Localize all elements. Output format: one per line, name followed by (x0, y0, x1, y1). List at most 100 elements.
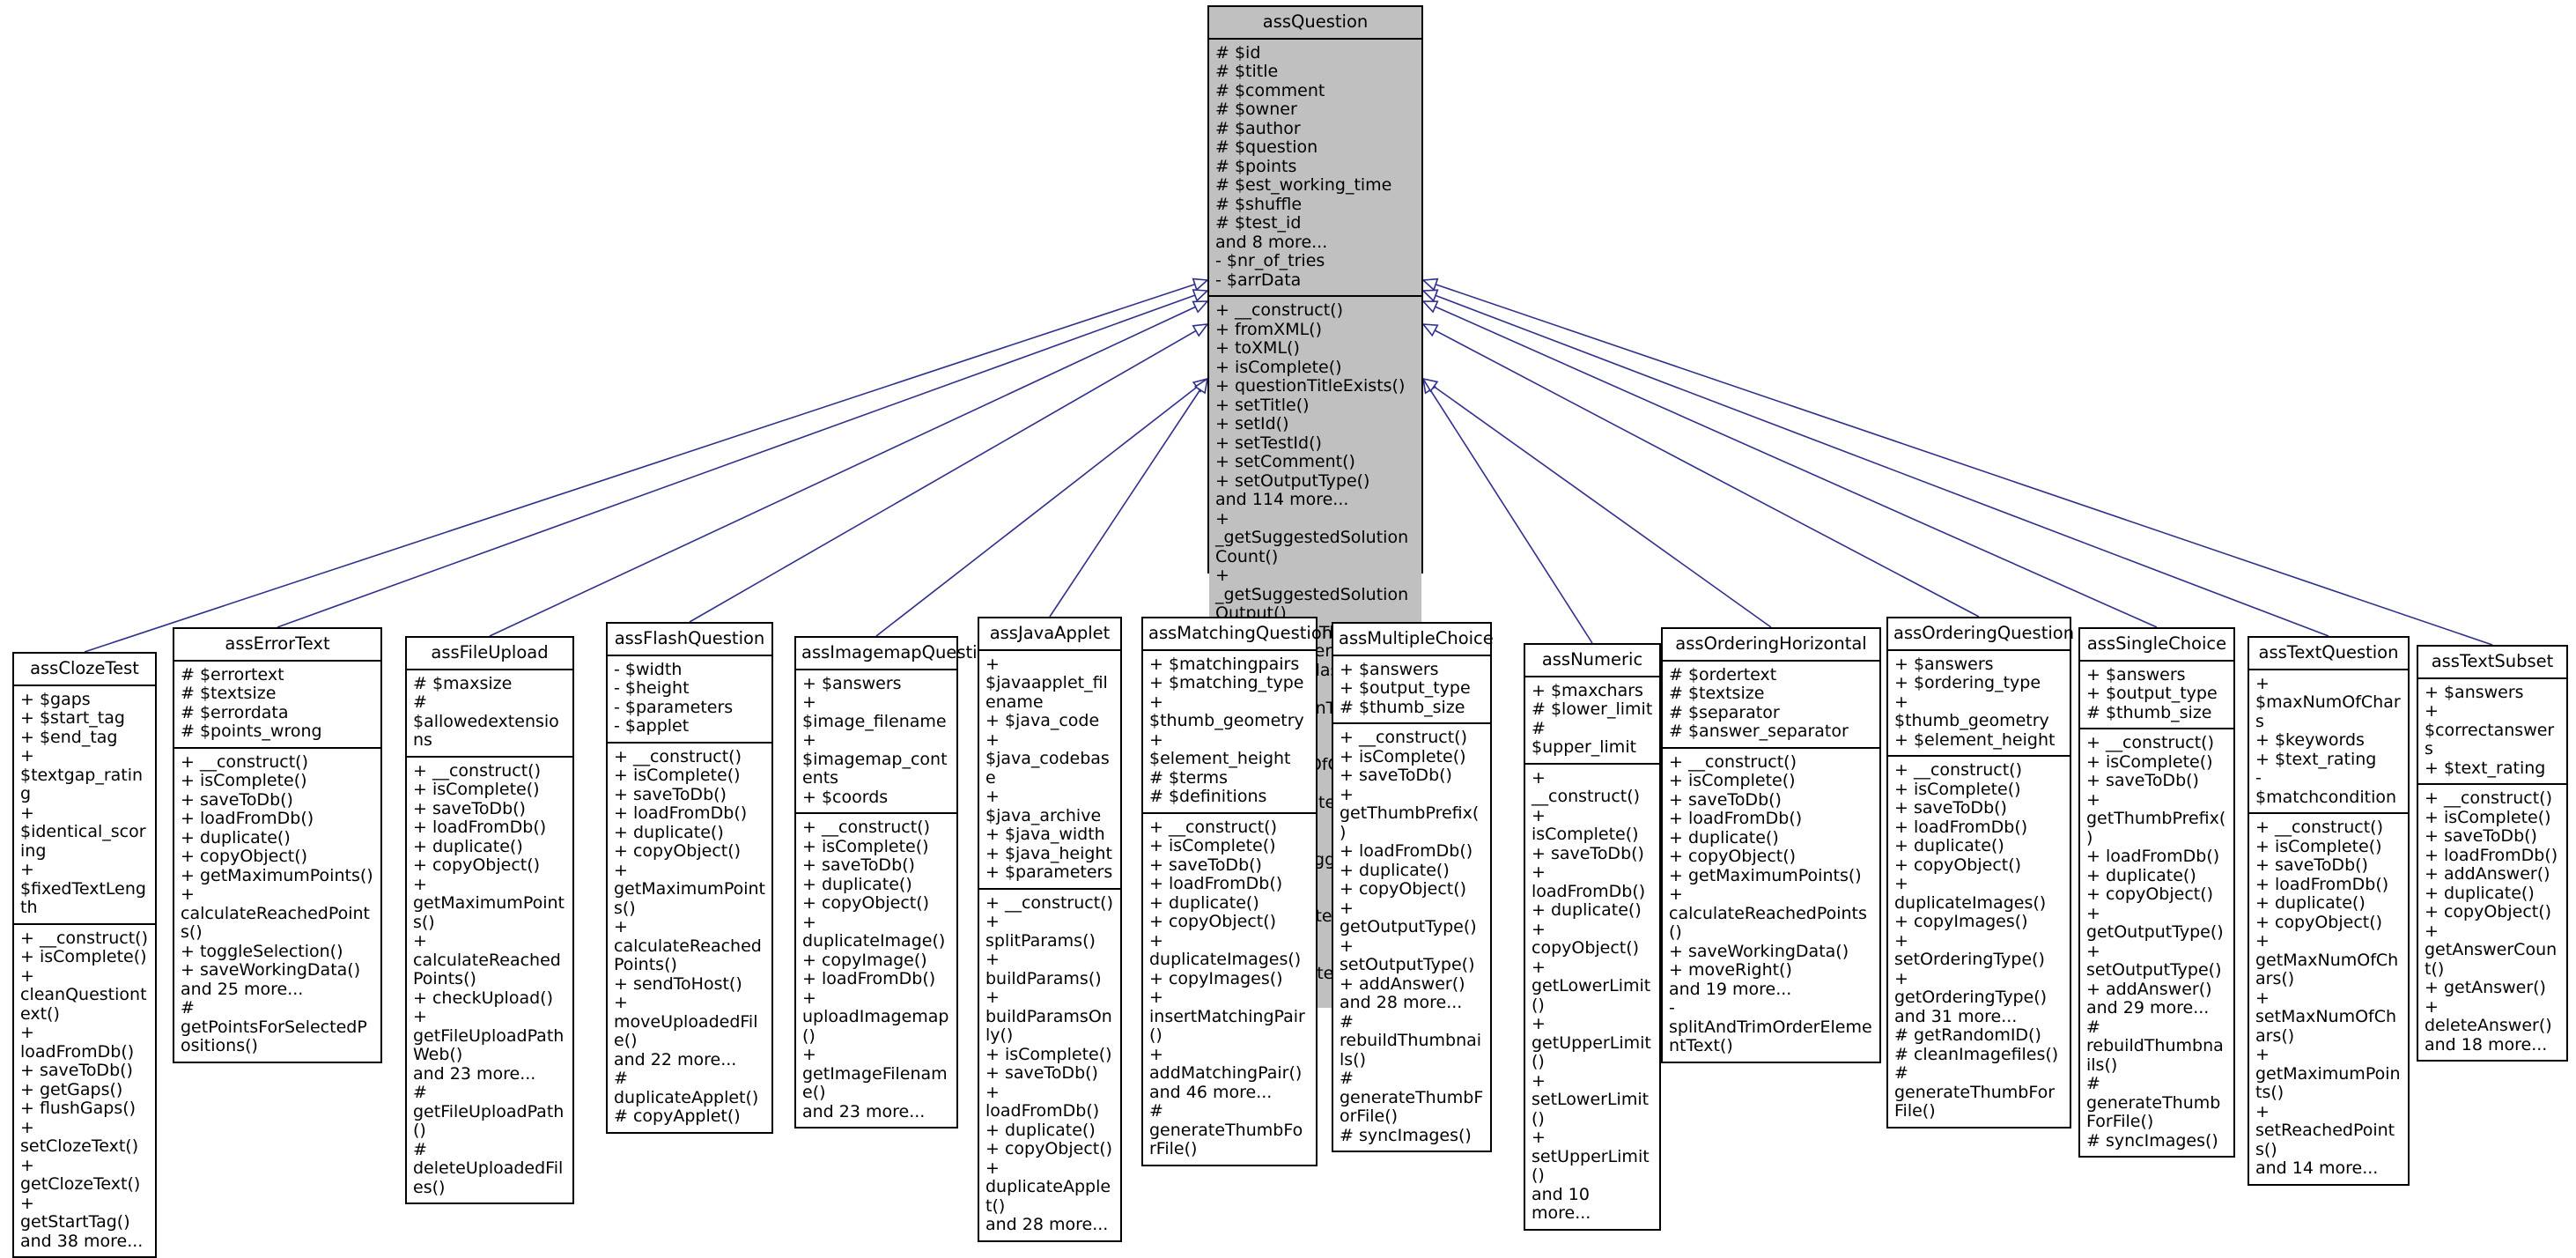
class-method: and 28 more... (985, 1215, 1109, 1234)
class-method: + sendToHost() (614, 973, 742, 994)
class-method: + loadFromDb() (802, 969, 936, 988)
class-method: + isComplete() (2255, 836, 2382, 856)
inheritance-line (489, 306, 1196, 637)
class-method: + setMaxNumOfChars() (2255, 988, 2397, 1046)
class-method: + isComplete() (802, 836, 929, 856)
class-method: + saveToDb() (985, 1063, 1098, 1083)
class-method: + isComplete() (1215, 357, 1342, 377)
class-node[interactable]: assNumeric + $maxchars # $lower_limit # $up… (1524, 643, 1661, 1231)
inheritance-arrowhead (1421, 323, 1439, 337)
class-method: + duplicate() (1149, 892, 1259, 913)
class-method: + addAnswer() (2425, 864, 2550, 884)
class-method: + isComplete() (181, 771, 307, 790)
class-method: + copyObject() (413, 855, 541, 875)
class-attribute: + $identical_scoring (20, 803, 146, 861)
class-method: + __construct() (2425, 788, 2552, 808)
class-node[interactable]: assTextQuestion + $maxNumOfChars + $keywor… (2248, 636, 2410, 1186)
class-attribute: # $test_id (1215, 213, 1302, 233)
class-method: + saveToDb() (614, 784, 727, 804)
class-node[interactable]: assJavaApplet + $javaapplet_filename + $ja… (978, 617, 1122, 1242)
class-node[interactable]: assImagemapQuestion + $answers + $image_fi… (794, 636, 999, 1128)
class-name: assNumeric (1525, 645, 1659, 677)
class-attribute: - $applet (614, 716, 690, 736)
class-method: - splitAndTrimOrderElementText() (1669, 998, 1872, 1055)
class-node[interactable]: assSingleChoice + $answers + $output_type #… (2078, 627, 2235, 1158)
class-name: assErrorText (174, 629, 380, 662)
class-node[interactable]: assErrorText # $errortext # $textsize # $er… (173, 627, 382, 1063)
class-attribute: # $allowedextensions (413, 692, 559, 750)
class-node[interactable]: assOrderingQuestion + $answers + $ordering… (1886, 617, 2074, 1128)
class-attribute: + $ordering_type (1894, 673, 2041, 692)
class-method: and 23 more... (413, 1063, 536, 1084)
inheritance-line (1435, 306, 2158, 628)
class-node[interactable]: assMatchingQuestion + $matchingpairs + $ma… (1141, 617, 1332, 1166)
class-method: + fromXML() (1215, 319, 1322, 339)
class-method: + duplicate() (2425, 883, 2535, 903)
class-method: + getStartTag() (20, 1193, 130, 1232)
class-method: + setTitle() (1215, 395, 1310, 415)
class-method: + isComplete() (1340, 746, 1466, 766)
class-method: + duplicateImages() (1149, 930, 1302, 969)
class-method: + duplicate() (181, 827, 291, 847)
class-method: + saveToDb() (1340, 766, 1452, 785)
class-node[interactable]: assFileUpload # $maxsize # $allowedextensi… (405, 636, 574, 1204)
class-method: + duplicate() (985, 1120, 1096, 1140)
class-node[interactable]: assTextSubset + $answers + $correctanswers… (2417, 645, 2568, 1062)
class-attribute: + $parameters (985, 862, 1113, 882)
class-node[interactable]: assOrderingHorizontal # $ordertext # $text… (1661, 627, 1881, 1063)
class-method: # rebuildThumbnails() (1340, 1011, 1482, 1069)
class-method: + splitParams() (985, 912, 1096, 951)
class-method: + setComment() (1215, 452, 1355, 471)
class-method: + loadFromDb() (2425, 845, 2558, 865)
class-method: + cleanQuestiontext() (20, 966, 147, 1024)
class-method: # getFileUploadPath() (413, 1083, 565, 1140)
class-node[interactable]: assClozeTest + $gaps + $start_tag + $end_ta… (12, 652, 157, 1258)
class-method: + getOutputType() (1340, 898, 1477, 936)
inheritance-arrowhead (1421, 377, 1437, 395)
class-method: and 19 more... (1669, 979, 1792, 999)
class-method: + getImageFilename() (802, 1045, 948, 1102)
class-method: and 29 more... (2086, 998, 2210, 1018)
class-method: + isComplete() (1669, 771, 1796, 790)
class-method: + loadFromDb() (181, 809, 314, 828)
inheritance-line (277, 294, 1196, 628)
class-method: and 38 more... (20, 1231, 144, 1251)
inheritance-line (1049, 389, 1201, 618)
class-method: + getMaximumPoints() (614, 860, 765, 918)
class-method: + isComplete() (2086, 751, 2213, 772)
class-attribute: + $answers (2425, 682, 2524, 702)
class-method: + copyObject() (985, 1139, 1113, 1158)
class-attributes: + $answers + $output_type # $thumb_size (1333, 656, 1490, 724)
class-name: assMultipleChoice (1333, 624, 1494, 656)
class-method: + loadFromDb() (1340, 841, 1473, 861)
class-attribute: # $ordertext (1669, 664, 1777, 684)
class-node[interactable]: assMultipleChoice + $answers + $output_typ… (1332, 622, 1494, 1152)
class-method: + loadFromDb() (2086, 847, 2220, 866)
class-attribute: + $image_filename (802, 692, 947, 731)
class-name: assQuestion (1209, 7, 1421, 40)
class-method: + getMaximumPoints() (1669, 865, 1862, 885)
class-node-root[interactable]: assQuestion # $id # $title # $comment # $own… (1207, 5, 1423, 1008)
class-name: assClozeTest (14, 654, 155, 686)
class-method: + toXML() (1215, 338, 1300, 358)
class-method: + loadFromDb() (985, 1082, 1100, 1121)
inheritance-line (84, 283, 1196, 653)
class-attribute: + $correctanswers (2425, 701, 2555, 758)
class-method: + getAnswerCount() (2425, 921, 2558, 979)
class-method: # syncImages() (1340, 1125, 1472, 1145)
class-method: + copyObject() (2425, 902, 2552, 921)
class-attribute: + $matchingpairs (1149, 654, 1300, 674)
class-method: + getClozeText() (20, 1155, 141, 1194)
inheritance-arrowhead (1421, 289, 1439, 302)
inheritance-line (1435, 294, 2329, 637)
class-attribute: + $java_archive (985, 787, 1102, 825)
class-attribute: + $matching_type (1149, 673, 1304, 692)
class-node[interactable]: assFlashQuestion - $width - $height - $para… (606, 622, 773, 1134)
class-method: + setUpperLimit() (1532, 1128, 1650, 1185)
class-method: and 14 more... (2255, 1158, 2379, 1178)
class-attribute: + $javaapplet_filename (985, 654, 1108, 712)
class-attribute: # $owner (1215, 100, 1297, 119)
class-method: # cleanImagefiles() (1894, 1044, 2059, 1064)
class-method: + getOrderingType() (1894, 968, 2048, 1007)
class-attribute: + $output_type (1340, 678, 1471, 698)
